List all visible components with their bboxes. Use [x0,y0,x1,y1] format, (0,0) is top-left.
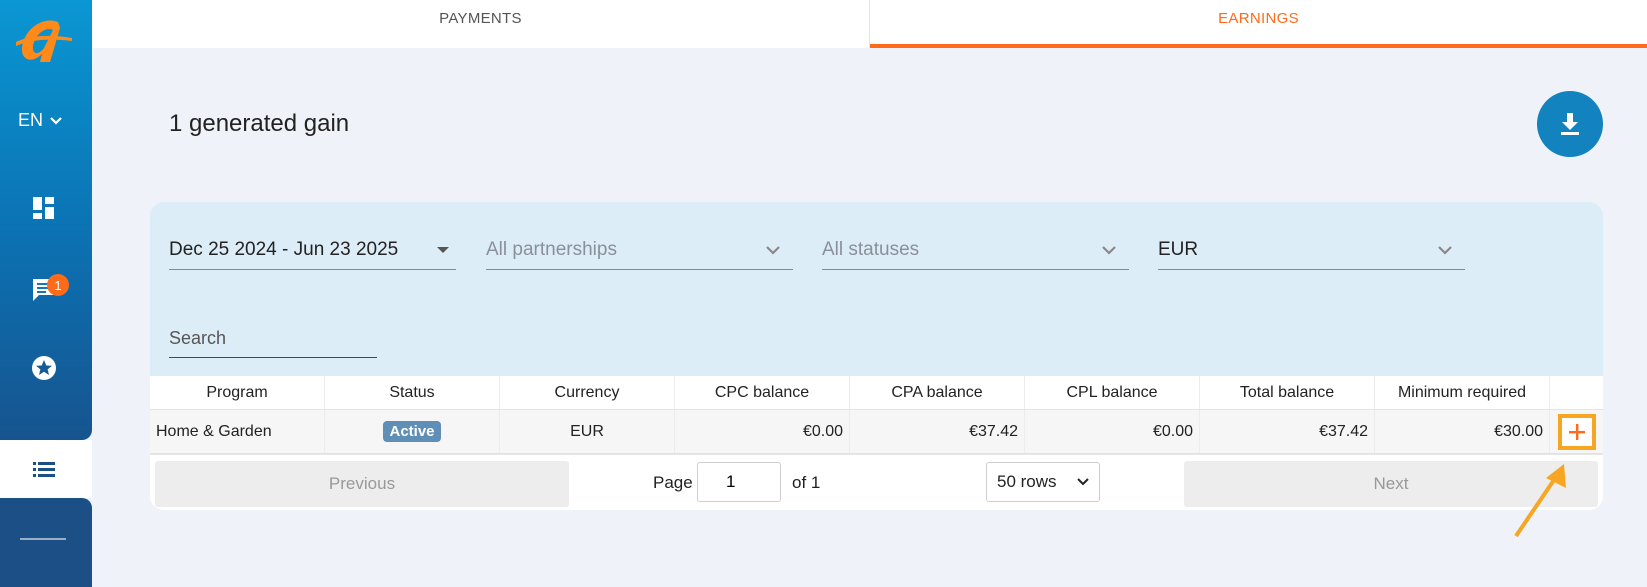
earnings-table: Program Status Currency CPC balance CPA … [150,376,1603,510]
page-of-label: of 1 [792,473,821,492]
cell-minimum-required: €30.00 [1375,410,1550,453]
statuses-value: All statuses [822,238,920,260]
previous-button[interactable]: Previous [155,461,569,507]
pagination: Previous Page of 1 50 rows Next [150,454,1603,510]
tab-bar: PAYMENTS EARNINGS [92,0,1647,48]
search-input[interactable]: Search [169,320,377,358]
column-header-cpl-balance[interactable]: CPL balance [1025,376,1200,409]
cell-total-balance: €37.42 [1200,410,1375,453]
column-header-cpc-balance[interactable]: CPC balance [675,376,850,409]
logo-icon[interactable] [14,14,74,70]
chevron-down-icon [766,245,780,255]
language-label: EN [18,110,44,130]
cell-cpc-balance: €0.00 [675,410,850,453]
table-row: Home & Garden Active EUR €0.00 €37.42 €0… [150,410,1603,454]
download-button[interactable] [1537,91,1603,157]
caret-down-icon [437,246,449,253]
cell-status: Active [325,410,500,453]
sidebar-bottom [0,498,92,587]
chevron-down-icon [1438,245,1452,255]
table-header-row: Program Status Currency CPC balance CPA … [150,376,1603,410]
status-badge: Active [383,421,441,442]
partnerships-value: All partnerships [486,238,617,260]
currency-filter[interactable]: EUR [1158,230,1465,270]
column-header-currency[interactable]: Currency [500,376,675,409]
statuses-filter[interactable]: All statuses [822,230,1129,270]
page-number-input[interactable] [697,462,781,502]
cell-program: Home & Garden [150,410,325,453]
tab-payments[interactable]: PAYMENTS [92,0,870,48]
star-badge-icon[interactable] [30,354,58,382]
tab-earnings[interactable]: EARNINGS [870,0,1647,48]
page-title: 1 generated gain [169,110,350,137]
column-header-total-balance[interactable]: Total balance [1200,376,1375,409]
dashboard-icon[interactable] [30,194,58,222]
column-header-cpa-balance[interactable]: CPA balance [850,376,1025,409]
plus-icon [1568,423,1585,440]
rows-per-page-select[interactable]: 50 rows [986,462,1100,502]
language-selector[interactable]: EN [18,110,63,131]
column-header-minimum-required[interactable]: Minimum required [1375,376,1550,409]
download-icon [1561,113,1579,135]
currency-value: EUR [1158,238,1199,260]
arrow-pointer-icon [1514,464,1566,538]
date-range-value: Dec 25 2024 - Jun 23 2025 [169,238,399,260]
menu-line-icon[interactable] [20,538,66,540]
date-range-filter[interactable]: Dec 25 2024 - Jun 23 2025 [169,230,456,270]
chevron-down-icon [1077,478,1089,486]
chevron-down-icon [50,116,62,125]
cell-actions [1550,410,1603,453]
page-label: Page [653,473,693,492]
cell-currency: EUR [500,410,675,453]
sidebar: EN 1 [0,0,92,587]
column-header-program[interactable]: Program [150,376,325,409]
earnings-panel: Dec 25 2024 - Jun 23 2025 All partnershi… [150,202,1603,510]
column-header-status[interactable]: Status [325,376,500,409]
cell-cpa-balance: €37.42 [850,410,1025,453]
notification-badge: 1 [47,274,69,296]
list-icon[interactable] [30,455,58,483]
rows-per-page-value: 50 rows [997,472,1057,491]
column-header-actions [1550,376,1603,409]
partnerships-filter[interactable]: All partnerships [486,230,793,270]
expand-row-button[interactable] [1557,413,1596,450]
cell-cpl-balance: €0.00 [1025,410,1200,453]
chevron-down-icon [1102,245,1116,255]
